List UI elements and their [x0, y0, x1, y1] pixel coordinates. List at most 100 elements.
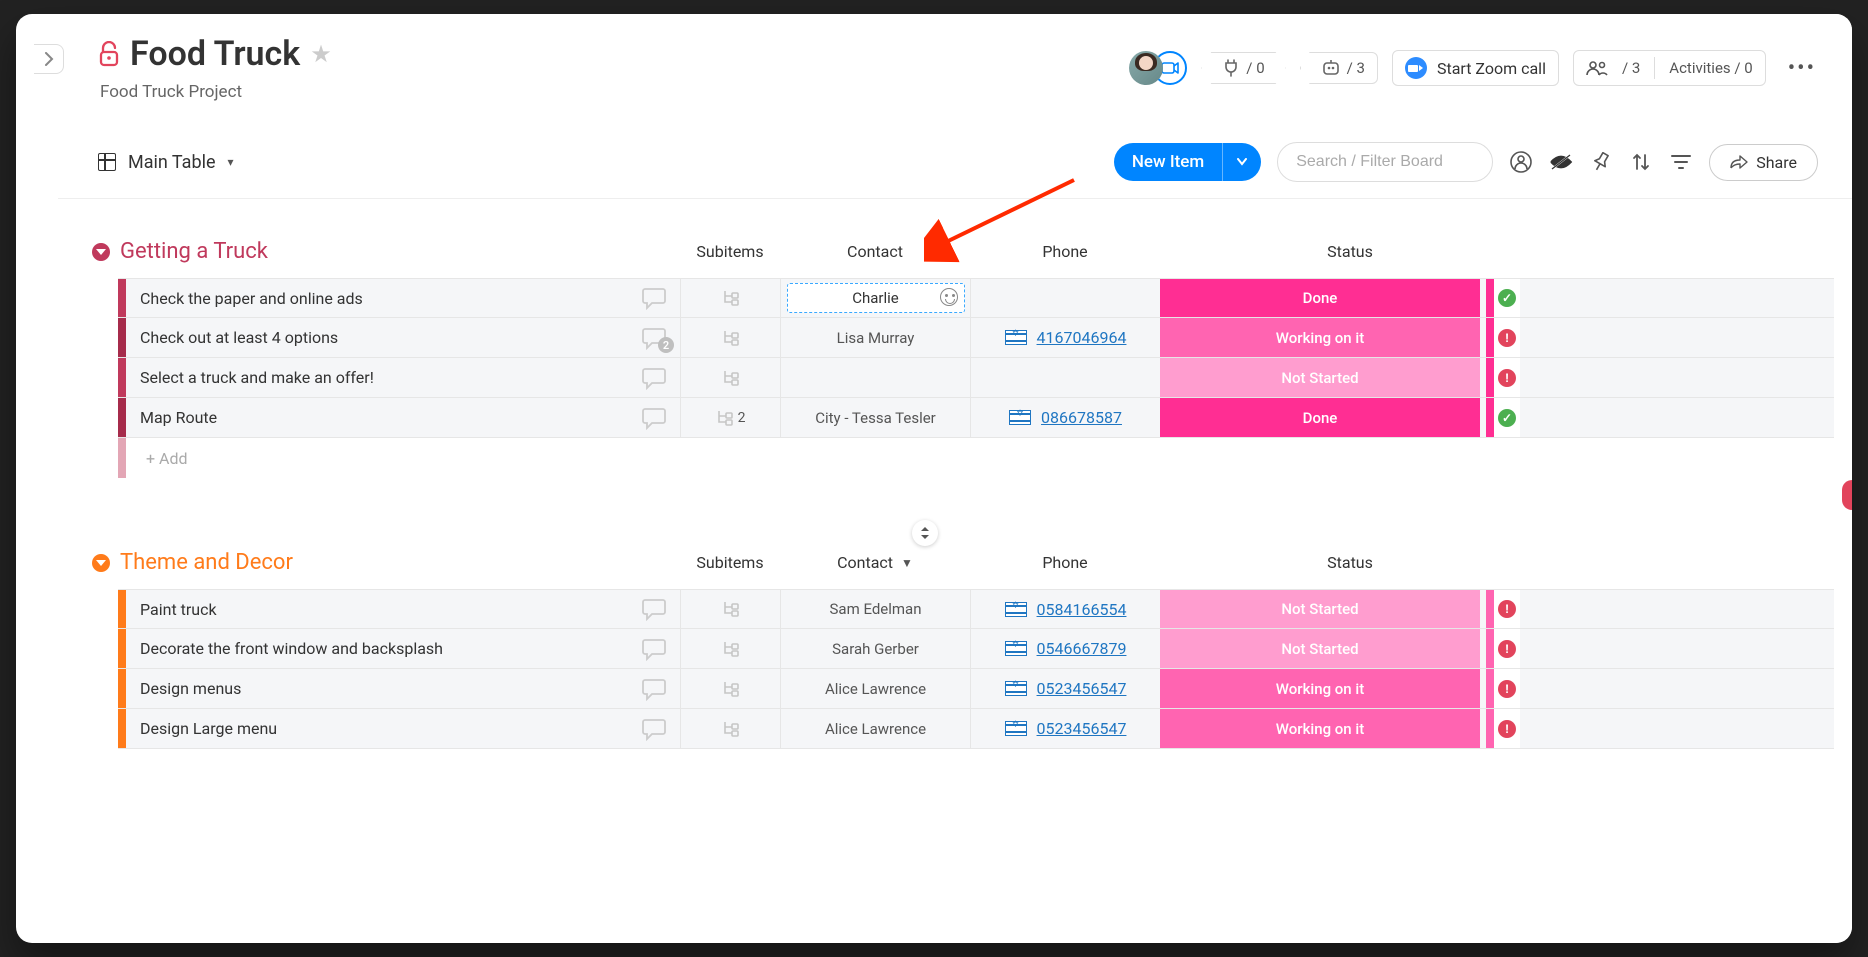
new-item-dropdown[interactable]	[1222, 143, 1261, 181]
phone-cell[interactable]: 0546667879	[970, 629, 1160, 668]
subitems-cell[interactable]	[680, 590, 780, 628]
subitems-cell[interactable]	[680, 709, 780, 748]
status-cell[interactable]: Done	[1160, 398, 1480, 437]
phone-cell[interactable]	[970, 358, 1160, 397]
column-contact[interactable]: Contact ▼	[780, 553, 970, 572]
contact-cell[interactable]: Charlie	[780, 279, 970, 317]
emoji-picker-icon[interactable]	[940, 288, 958, 306]
contact-cell[interactable]: Alice Lawrence	[780, 709, 970, 748]
status-cell[interactable]: Not Started	[1160, 629, 1480, 668]
item-name[interactable]: Map Route	[126, 398, 630, 437]
subitems-cell[interactable]	[680, 318, 780, 357]
person-filter-icon[interactable]	[1509, 150, 1533, 174]
column-resize-handle[interactable]	[912, 520, 938, 546]
group-title[interactable]: Theme and Decor	[120, 550, 680, 575]
item-name[interactable]: Decorate the front window and backsplash	[126, 629, 630, 668]
phone-value[interactable]: 0584166554	[1037, 600, 1127, 619]
status-cell[interactable]: Working on it	[1160, 709, 1480, 748]
column-menu-icon[interactable]: ▼	[901, 556, 913, 570]
status-cell[interactable]: Done	[1160, 279, 1480, 317]
collapse-toggle[interactable]	[92, 554, 110, 572]
column-status[interactable]: Status	[1190, 553, 1510, 572]
members-activities-chip[interactable]: / 3 Activities / 0	[1573, 50, 1766, 86]
add-item-row[interactable]: + Add	[118, 438, 1834, 478]
contact-cell[interactable]	[780, 358, 970, 397]
expand-sidebar-handle[interactable]	[34, 44, 64, 74]
chat-icon[interactable]	[630, 279, 680, 317]
phone-value[interactable]: 0523456547	[1037, 679, 1127, 698]
item-name[interactable]: Select a truck and make an offer!	[126, 358, 630, 397]
star-icon[interactable]: ★	[310, 40, 332, 68]
phone-cell[interactable]: 0523456547	[970, 709, 1160, 748]
table-row[interactable]: Decorate the front window and backsplash…	[118, 629, 1834, 669]
status-cell[interactable]: Not Started	[1160, 590, 1480, 628]
eye-off-icon[interactable]	[1549, 150, 1573, 174]
item-name[interactable]: Design Large menu	[126, 709, 630, 748]
subitems-cell[interactable]	[680, 629, 780, 668]
status-cell[interactable]: Working on it	[1160, 318, 1480, 357]
column-phone[interactable]: Phone	[970, 553, 1160, 572]
share-button[interactable]: Share	[1709, 144, 1818, 181]
contact-cell[interactable]: Lisa Murray	[780, 318, 970, 357]
subitems-cell[interactable]: 2	[680, 398, 780, 437]
automations-chip[interactable]: / 3	[1300, 52, 1378, 84]
right-edge-handle[interactable]	[1842, 480, 1852, 510]
column-phone[interactable]: Phone	[970, 242, 1160, 261]
table-row[interactable]: Map Route 2 City - Tessa Tesler 08667858…	[118, 398, 1834, 438]
item-name[interactable]: Paint truck	[126, 590, 630, 628]
chat-icon[interactable]	[630, 398, 680, 437]
chat-icon[interactable]: 2	[630, 318, 680, 357]
item-name[interactable]: Design menus	[126, 669, 630, 708]
subitems-cell[interactable]	[680, 279, 780, 317]
group-title[interactable]: Getting a Truck	[120, 239, 680, 264]
phone-cell[interactable]: 0584166554	[970, 590, 1160, 628]
new-item-button[interactable]: New Item	[1114, 143, 1261, 181]
phone-value[interactable]: 086678587	[1041, 408, 1122, 427]
subitems-cell[interactable]	[680, 358, 780, 397]
status-cell[interactable]: Not Started	[1160, 358, 1480, 397]
start-zoom-button[interactable]: Start Zoom call	[1392, 50, 1559, 86]
phone-value[interactable]: 4167046964	[1037, 328, 1127, 347]
board-description[interactable]: Food Truck Project	[100, 82, 332, 102]
column-status[interactable]: Status	[1190, 242, 1510, 261]
phone-cell[interactable]: 4167046964	[970, 318, 1160, 357]
chat-icon[interactable]	[630, 590, 680, 628]
item-name[interactable]: Check the paper and online ads	[126, 279, 630, 317]
contact-cell[interactable]: Sam Edelman	[780, 590, 970, 628]
contact-cell[interactable]: Alice Lawrence	[780, 669, 970, 708]
chat-icon[interactable]	[630, 358, 680, 397]
column-contact[interactable]: Contact	[780, 242, 970, 261]
board-title[interactable]: Food Truck	[130, 34, 300, 74]
phone-cell[interactable]	[970, 279, 1160, 317]
table-row[interactable]: Paint truck Sam Edelman 0584166554 Not S…	[118, 589, 1834, 629]
sort-icon[interactable]	[1629, 150, 1653, 174]
filter-icon[interactable]	[1669, 150, 1693, 174]
phone-cell[interactable]: 0523456547	[970, 669, 1160, 708]
integrations-chip[interactable]: / 0	[1201, 52, 1285, 84]
phone-value[interactable]: 0546667879	[1037, 639, 1127, 658]
table-row[interactable]: Select a truck and make an offer! Not St…	[118, 358, 1834, 398]
collapse-toggle[interactable]	[92, 243, 110, 261]
chat-icon[interactable]	[630, 629, 680, 668]
phone-value[interactable]: 0523456547	[1037, 719, 1127, 738]
status-cell[interactable]: Working on it	[1160, 669, 1480, 708]
table-row[interactable]: Design menus Alice Lawrence 0523456547 W…	[118, 669, 1834, 709]
subitems-cell[interactable]	[680, 669, 780, 708]
item-name[interactable]: Check out at least 4 options	[126, 318, 630, 357]
contact-editing-input[interactable]: Charlie	[787, 283, 965, 313]
view-picker[interactable]: Main Table ▾	[98, 152, 234, 173]
contact-cell[interactable]: Sarah Gerber	[780, 629, 970, 668]
contact-cell[interactable]: City - Tessa Tesler	[780, 398, 970, 437]
more-menu-icon[interactable]: •••	[1780, 56, 1824, 81]
table-row[interactable]: Check the paper and online ads Charlie D…	[118, 278, 1834, 318]
chat-icon[interactable]	[630, 709, 680, 748]
phone-cell[interactable]: 086678587	[970, 398, 1160, 437]
column-subitems[interactable]: Subitems	[680, 553, 780, 572]
search-input[interactable]	[1277, 142, 1493, 182]
board-members-avatars[interactable]	[1129, 51, 1187, 85]
table-row[interactable]: Design Large menu Alice Lawrence 0523456…	[118, 709, 1834, 749]
column-subitems[interactable]: Subitems	[680, 242, 780, 261]
pin-icon[interactable]	[1589, 150, 1613, 174]
chat-icon[interactable]	[630, 669, 680, 708]
table-row[interactable]: Check out at least 4 options 2 Lisa Murr…	[118, 318, 1834, 358]
